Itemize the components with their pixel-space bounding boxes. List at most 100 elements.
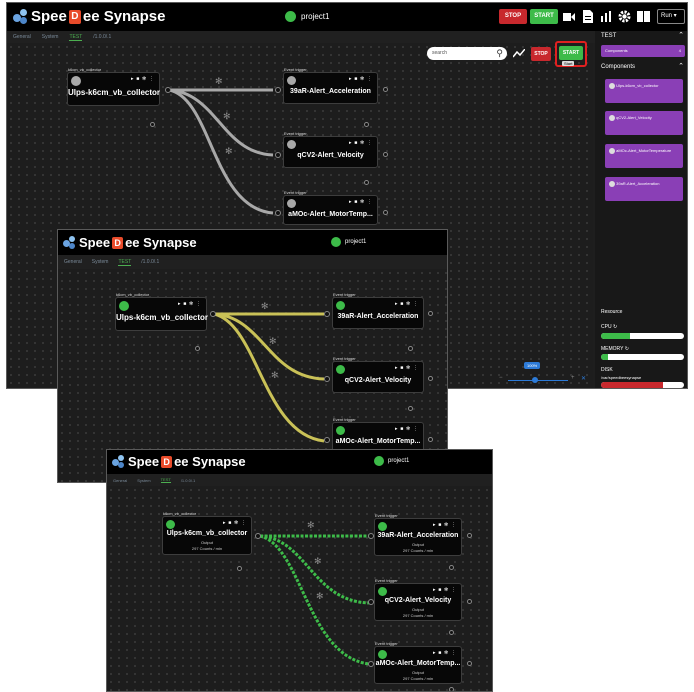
link-gear-icon[interactable]: ✻	[261, 301, 269, 312]
zoom-thumb[interactable]	[532, 377, 538, 383]
link-gear-icon[interactable]: ✻	[215, 76, 223, 87]
input-port[interactable]	[324, 311, 330, 317]
tab-system[interactable]: System	[42, 34, 59, 40]
output-port[interactable]	[428, 311, 433, 316]
node-controls[interactable]: ▸ ■ ✻ ⋮	[433, 587, 456, 593]
output-port[interactable]	[383, 87, 388, 92]
start-button[interactable]: START	[530, 9, 558, 24]
output-port[interactable]	[165, 87, 171, 93]
output-port[interactable]	[255, 533, 261, 539]
input-port[interactable]	[324, 437, 330, 443]
node-controls[interactable]: ▸ ■ ✻ ⋮	[349, 76, 372, 82]
node-acceleration[interactable]: Event trigger ▸ ■ ✻ ⋮ 39aR-Alert_Acceler…	[283, 67, 378, 104]
zoom-in-icon[interactable]: +	[571, 375, 575, 381]
output-port[interactable]	[383, 152, 388, 157]
stop-button[interactable]: STOP	[499, 9, 527, 24]
collapse-icon[interactable]: ⌃	[678, 31, 684, 39]
components-collapse-icon[interactable]: ⌃	[678, 62, 684, 70]
node-collector[interactable]: k6cm_vb_collector ▸ ■ ✻ ⋮ Ulps-k6cm_vb_c…	[115, 292, 208, 331]
node-controls[interactable]: ▸ ■ ✻ ⋮	[178, 301, 201, 307]
book-icon[interactable]	[637, 11, 650, 22]
node-motortemp[interactable]: Event trigger ▸ ■ ✻ ⋮ aMOc-Alert_MotorTe…	[374, 641, 462, 684]
tab-version[interactable]: /1.0.0/.1	[141, 259, 159, 265]
output-port[interactable]	[210, 311, 216, 317]
node-controls[interactable]: ▸ ■ ✻ ⋮	[395, 426, 418, 432]
link-gear-icon[interactable]: ✻	[223, 111, 231, 122]
refresh-icon[interactable]: ↻	[625, 346, 629, 352]
components-chip[interactable]: Components 4	[601, 45, 685, 57]
zoom-out-icon[interactable]: −	[499, 375, 503, 381]
link-gear-icon[interactable]: ✻	[314, 556, 322, 567]
tab-general[interactable]: General	[64, 259, 82, 265]
output-port[interactable]	[428, 376, 433, 381]
node-status-circle	[287, 199, 296, 208]
output-port[interactable]	[383, 210, 388, 215]
project-indicator[interactable]: project1	[331, 237, 366, 247]
input-port[interactable]	[275, 210, 281, 216]
node-controls[interactable]: ▸ ■ ✻ ⋮	[223, 520, 246, 526]
refresh-icon[interactable]: ↻	[613, 324, 617, 330]
input-port[interactable]	[275, 152, 281, 158]
bar-chart-icon[interactable]	[601, 11, 612, 22]
tab-system[interactable]: System	[137, 478, 150, 483]
link-gear-icon[interactable]: ✻	[307, 520, 315, 531]
video-icon[interactable]	[563, 12, 575, 22]
node-motortemp[interactable]: Event trigger ▸ ■ ✻ ⋮ aMOc-Alert_MotorTe…	[332, 417, 424, 452]
fit-icon[interactable]: ✕	[581, 375, 586, 382]
flow-canvas[interactable]: ✻ ✻ ✻ k6cm_vb_collector ▸ ■ ✻ ⋮ Ulps-k6c…	[107, 486, 492, 691]
output-rate: 297 Counts / min	[402, 613, 434, 618]
search-box[interactable]: search ⚲	[427, 47, 507, 60]
node-velocity[interactable]: Event trigger ▸ ■ ✻ ⋮ qCV2-Alert_Velocit…	[332, 356, 424, 393]
link-gear-icon[interactable]: ✻	[316, 591, 324, 602]
node-controls[interactable]: ▸ ■ ✻ ⋮	[131, 76, 154, 82]
tab-test[interactable]: TEST	[69, 34, 83, 41]
trend-icon[interactable]	[513, 49, 525, 58]
node-velocity[interactable]: Event trigger ▸ ■ ✻ ⋮ qCV2-Alert_Velocit…	[374, 578, 462, 621]
output-port[interactable]	[467, 533, 472, 538]
node-acceleration[interactable]: Event trigger ▸ ■ ✻ ⋮ 39aR-Alert_Acceler…	[374, 513, 462, 556]
node-controls[interactable]: ▸ ■ ✻ ⋮	[349, 140, 372, 146]
zoom-slider[interactable]: 100% − + ✕	[499, 362, 589, 385]
canvas-stop-button[interactable]: STOP	[531, 47, 551, 61]
component-item[interactable]: Ulps-k6cm_vb_collector	[605, 79, 683, 103]
node-acceleration[interactable]: Event trigger ▸ ■ ✻ ⋮ 39aR-Alert_Acceler…	[332, 292, 424, 329]
node-collector[interactable]: k6cm_vb_collector ▸ ■ ✻ ⋮ Ulps-k6cm_vb_c…	[162, 511, 252, 555]
node-controls[interactable]: ▸ ■ ✻ ⋮	[395, 365, 418, 371]
link-gear-icon[interactable]: ✻	[225, 146, 233, 157]
document-icon[interactable]	[583, 10, 593, 23]
node-controls[interactable]: ▸ ■ ✻ ⋮	[395, 301, 418, 307]
tab-version[interactable]: /1.0.0/.1	[181, 478, 195, 483]
component-item[interactable]: aMOc-Alert_MotorTemperature	[605, 144, 683, 168]
project-indicator[interactable]: project1	[285, 11, 329, 22]
project-indicator[interactable]: project1	[374, 456, 409, 466]
link-gear-icon[interactable]: ✻	[269, 336, 277, 347]
input-port[interactable]	[368, 599, 374, 605]
canvas-start-button[interactable]: START	[559, 46, 583, 60]
input-port[interactable]	[324, 376, 330, 382]
link-gear-icon[interactable]: ✻	[271, 370, 279, 381]
tab-version[interactable]: /1.0.0/.1	[93, 34, 111, 40]
input-port[interactable]	[275, 87, 281, 93]
component-item[interactable]: qCV2-Alert_Velocity	[605, 111, 683, 135]
tab-test[interactable]: TEST	[118, 259, 132, 266]
node-controls[interactable]: ▸ ■ ✻ ⋮	[433, 650, 456, 656]
node-velocity[interactable]: Event trigger ▸ ■ ✻ ⋮ qCV2-Alert_Velocit…	[283, 131, 378, 168]
run-dropdown[interactable]: Run ▾	[657, 9, 685, 24]
app-name-right: ee Synapse	[174, 454, 246, 469]
output-port[interactable]	[467, 661, 472, 666]
tab-general[interactable]: General	[13, 34, 31, 40]
node-controls[interactable]: ▸ ■ ✻ ⋮	[349, 199, 372, 205]
component-item[interactable]: 39aR-Alert_Acceleration	[605, 177, 683, 201]
tab-system[interactable]: System	[92, 259, 109, 265]
output-port[interactable]	[467, 599, 472, 604]
node-collector[interactable]: k6cm_vb_collector ▸ ■ ✻ ⋮ Ulps-k6cm_vb_c…	[67, 67, 160, 106]
input-port[interactable]	[368, 661, 374, 667]
node-motortemp[interactable]: Event trigger ▸ ■ ✻ ⋮ aMOc-Alert_MotorTe…	[283, 190, 378, 225]
input-port[interactable]	[368, 533, 374, 539]
output-port[interactable]	[428, 437, 433, 442]
node-controls[interactable]: ▸ ■ ✻ ⋮	[433, 522, 456, 528]
tab-test[interactable]: TEST	[160, 477, 171, 483]
zoom-track[interactable]	[508, 380, 568, 381]
tab-general[interactable]: General	[113, 478, 127, 483]
gear-icon[interactable]	[618, 10, 631, 23]
